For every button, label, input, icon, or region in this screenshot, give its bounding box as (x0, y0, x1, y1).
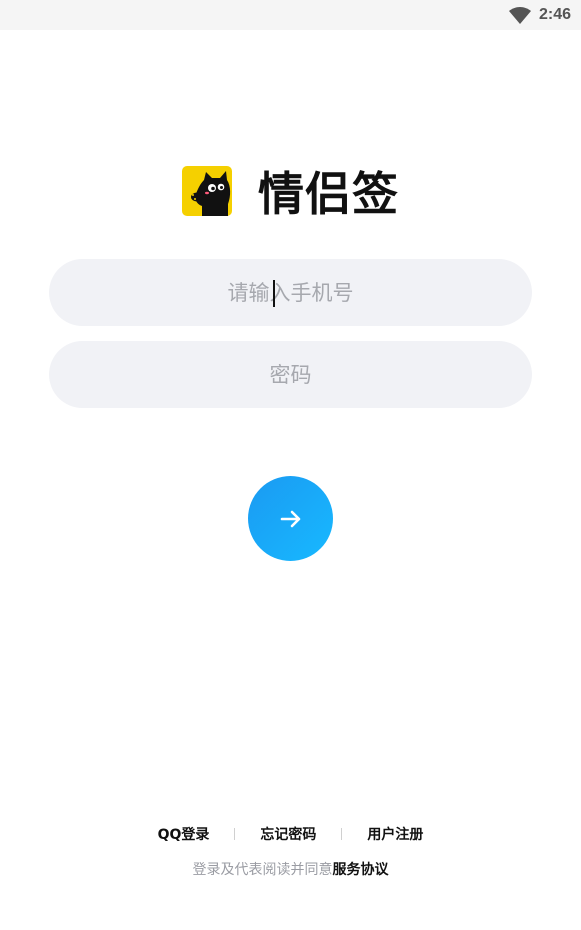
agreement-prefix: 登录及代表阅读并同意 (192, 862, 333, 878)
arrow-right-icon (278, 506, 304, 532)
bottom-links: QQ登录 忘记密码 用户注册 (0, 823, 581, 845)
forgot-password-link[interactable]: 忘记密码 (260, 824, 316, 844)
agreement-text: 登录及代表阅读并同意服务协议 (0, 859, 581, 879)
brand-header: 情侣签 (0, 160, 581, 222)
link-divider (341, 828, 343, 840)
login-submit-button[interactable] (248, 476, 333, 561)
phone-input[interactable] (49, 259, 532, 326)
status-bar: 2:46 (0, 0, 581, 30)
app-title: 情侣签 (258, 167, 399, 221)
qq-login-link[interactable]: QQ登录 (158, 824, 210, 844)
link-divider (234, 828, 236, 840)
phone-field (49, 259, 532, 326)
text-caret (273, 280, 275, 307)
service-agreement-link[interactable]: 服务协议 (333, 862, 389, 878)
register-link[interactable]: 用户注册 (367, 824, 423, 844)
status-bar-right: 2:46 (508, 5, 571, 25)
status-time: 2:46 (538, 6, 571, 23)
black-cat-logo-icon (182, 166, 232, 216)
wifi-icon (508, 6, 531, 24)
password-input[interactable] (49, 341, 532, 408)
password-field (49, 341, 532, 408)
